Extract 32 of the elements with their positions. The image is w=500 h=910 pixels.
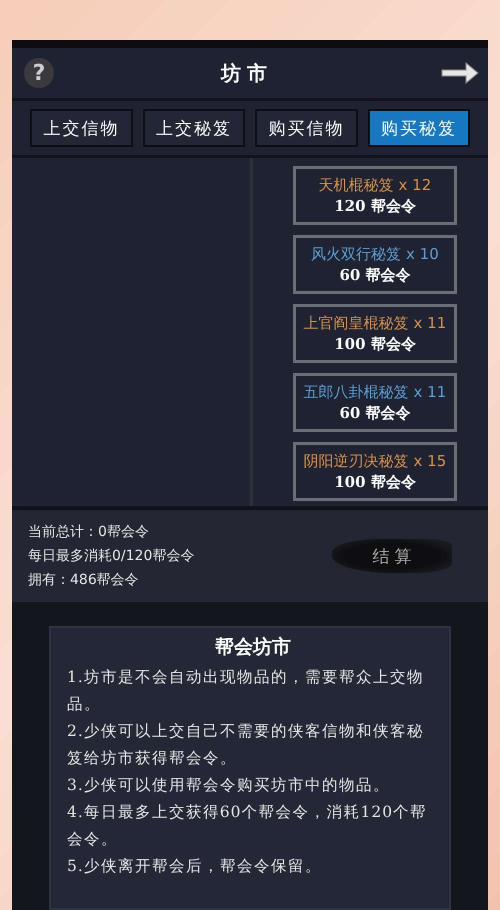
item-price: 120 帮会令	[334, 196, 416, 216]
summary-text: 当前总计：0帮会令	[28, 523, 150, 541]
item-name: 五郎八卦棍秘笈 x 11	[304, 382, 446, 402]
help-button[interactable]: ?	[24, 58, 54, 88]
summary-text: 拥有：486帮会令	[28, 571, 140, 589]
tab[interactable]: 上交秘笈	[142, 109, 245, 147]
tab[interactable]: 购买信物	[255, 109, 358, 147]
settle-button[interactable]: 结 算	[332, 539, 452, 573]
item-price: 60 帮会令	[339, 266, 411, 284]
rule-paragraph: 2.少侠可以上交自己不需要的侠客信物和侠客秘笈给坊市获得帮会令。	[67, 721, 425, 769]
rule-paragraph: 4.每日最多上交获得60个帮会令，消耗120个帮会令。	[67, 802, 428, 850]
item-name: 天机棍秘笈 x 12	[318, 176, 432, 194]
item-price: 100 帮会令	[334, 334, 416, 354]
tab[interactable]: 购买秘笈	[368, 109, 470, 147]
item-card[interactable]: 阴阳逆刃决秘笈 x 15 100 帮会令	[293, 442, 457, 501]
screen-title: 坊市	[221, 60, 273, 86]
item-card[interactable]: 上官阎皇棍秘笈 x 11 100 帮会令	[293, 304, 457, 363]
item-card[interactable]: 五郎八卦棍秘笈 x 11 60 帮会令	[293, 373, 457, 432]
item-card[interactable]: 风火双行秘笈 x 10 60 帮会令	[293, 235, 457, 294]
forward-arrow-icon[interactable]	[440, 60, 480, 86]
item-name: 阴阳逆刃决秘笈 x 15	[304, 452, 446, 470]
summary-text: 每日最多消耗0/120帮会令	[28, 547, 196, 565]
tab[interactable]: 上交信物	[30, 109, 132, 147]
rule-paragraph: 1.坊市是不会自动出现物品的，需要帮众上交物品。	[67, 667, 425, 715]
rule-paragraph: 5.少侠离开帮会后，帮会令保留。	[67, 856, 323, 877]
dialog-title: 帮会坊市	[214, 635, 292, 660]
item-card[interactable]: 天机棍秘笈 x 12 120 帮会令	[293, 166, 457, 225]
item-name: 风火双行秘笈 x 10	[311, 244, 439, 264]
rule-paragraph: 3.少侠可以使用帮会令购买坊市中的物品。	[67, 775, 391, 796]
item-price: 60 帮会令	[339, 404, 411, 422]
item-name: 上官阎皇棍秘笈 x 11	[304, 314, 446, 332]
item-price: 100 帮会令	[334, 472, 416, 492]
